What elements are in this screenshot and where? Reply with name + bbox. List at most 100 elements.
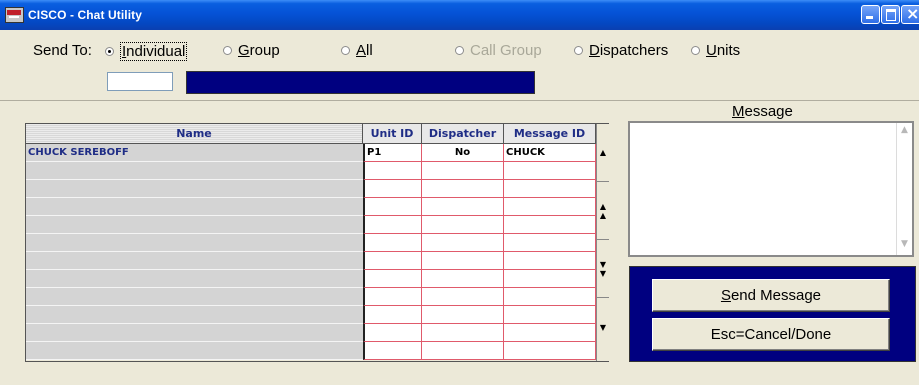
scroll-up-icon[interactable]: ▲ — [899, 125, 910, 139]
cell-message-id[interactable] — [504, 306, 596, 324]
radio-group-label: Group — [238, 42, 280, 59]
table-row[interactable] — [26, 198, 596, 216]
app-icon[interactable] — [5, 7, 24, 23]
table-row[interactable] — [26, 162, 596, 180]
cell-unit-id[interactable] — [363, 162, 422, 180]
cell-message-id[interactable] — [504, 198, 596, 216]
table-row[interactable] — [26, 306, 596, 324]
table-row[interactable] — [26, 270, 596, 288]
cell-message-id[interactable] — [504, 342, 596, 360]
page-up-icon[interactable]: ▲ ▲ — [597, 182, 609, 240]
cell-dispatcher[interactable] — [422, 216, 504, 234]
radio-all[interactable]: All — [341, 42, 373, 59]
cell-dispatcher[interactable] — [422, 306, 504, 324]
table-row[interactable] — [26, 288, 596, 306]
page-down-icon[interactable]: ▼ ▼ — [597, 240, 609, 298]
radio-dispatchers-label: Dispatchers — [589, 42, 669, 59]
cell-message-id[interactable]: CHUCK — [504, 144, 596, 162]
recipient-id-input[interactable] — [107, 72, 173, 91]
cell-message-id[interactable] — [504, 234, 596, 252]
cell-name[interactable] — [26, 162, 363, 180]
radio-dispatchers[interactable]: Dispatchers — [574, 42, 668, 59]
title-bar: CISCO - Chat Utility — [0, 0, 919, 30]
radio-group[interactable]: Group — [223, 42, 280, 59]
cell-unit-id[interactable] — [363, 288, 422, 306]
cell-name[interactable] — [26, 288, 363, 306]
cell-name[interactable] — [26, 270, 363, 288]
cell-dispatcher[interactable] — [422, 324, 504, 342]
cell-dispatcher[interactable] — [422, 198, 504, 216]
radio-icon — [223, 46, 232, 55]
cell-dispatcher[interactable] — [422, 234, 504, 252]
radio-call-group-label: Call Group — [470, 42, 542, 59]
cancel-done-button[interactable]: Esc=Cancel/Done — [652, 318, 890, 351]
cell-message-id[interactable] — [504, 216, 596, 234]
cell-message-id[interactable] — [504, 252, 596, 270]
recipient-name-field[interactable] — [186, 71, 535, 94]
cell-name[interactable]: CHUCK SEREBOFF — [26, 144, 363, 162]
cell-dispatcher[interactable] — [422, 342, 504, 360]
cell-name[interactable] — [26, 324, 363, 342]
cell-unit-id[interactable] — [363, 252, 422, 270]
message-scrollbar[interactable]: ▲ ▼ — [896, 123, 912, 255]
cell-message-id[interactable] — [504, 162, 596, 180]
radio-units[interactable]: Units — [691, 42, 740, 59]
table-row[interactable] — [26, 324, 596, 342]
cell-name[interactable] — [26, 306, 363, 324]
close-button[interactable] — [901, 4, 919, 24]
scroll-down-icon[interactable]: ▼ — [597, 298, 609, 356]
cell-name[interactable] — [26, 252, 363, 270]
radio-call-group: Call Group — [455, 42, 542, 59]
send-message-button[interactable]: Send Message — [652, 279, 890, 312]
cell-message-id[interactable] — [504, 180, 596, 198]
radio-selected-icon — [105, 47, 114, 56]
cell-name[interactable] — [26, 342, 363, 360]
radio-all-label: All — [356, 42, 373, 59]
table-row[interactable] — [26, 180, 596, 198]
cell-name[interactable] — [26, 234, 363, 252]
minimize-button[interactable] — [861, 5, 880, 24]
cell-dispatcher[interactable]: No — [422, 144, 504, 162]
send-to-panel: Send To: Individual Group All Call Group… — [0, 30, 919, 101]
cell-unit-id[interactable] — [363, 234, 422, 252]
cell-message-id[interactable] — [504, 270, 596, 288]
cell-unit-id[interactable] — [363, 180, 422, 198]
maximize-button[interactable] — [881, 5, 900, 24]
cell-unit-id[interactable]: P1 — [363, 144, 422, 162]
cell-name[interactable] — [26, 180, 363, 198]
cell-dispatcher[interactable] — [422, 180, 504, 198]
table-row[interactable]: CHUCK SEREBOFF P1 No CHUCK — [26, 144, 596, 162]
cell-message-id[interactable] — [504, 324, 596, 342]
column-header-message-id[interactable]: Message ID — [504, 124, 596, 144]
table-row[interactable] — [26, 252, 596, 270]
send-to-label: Send To: — [33, 42, 92, 59]
message-textarea[interactable]: ▲ ▼ — [628, 121, 914, 257]
action-panel: Send Message Esc=Cancel/Done — [629, 266, 916, 362]
radio-individual-label: Individual — [120, 42, 188, 61]
grid-scrollbar[interactable]: ▲ ▲ ▲ ▼ ▼ ▼ — [596, 124, 610, 361]
table-row[interactable] — [26, 342, 596, 360]
cell-message-id[interactable] — [504, 288, 596, 306]
cell-unit-id[interactable] — [363, 198, 422, 216]
column-header-unit-id[interactable]: Unit ID — [363, 124, 422, 144]
radio-icon — [341, 46, 350, 55]
cell-dispatcher[interactable] — [422, 252, 504, 270]
cell-name[interactable] — [26, 198, 363, 216]
table-row[interactable] — [26, 234, 596, 252]
cell-unit-id[interactable] — [363, 216, 422, 234]
scroll-down-icon[interactable]: ▼ — [899, 239, 910, 253]
table-row[interactable] — [26, 216, 596, 234]
column-header-dispatcher[interactable]: Dispatcher — [422, 124, 504, 144]
cell-dispatcher[interactable] — [422, 288, 504, 306]
column-header-name[interactable]: Name — [26, 124, 363, 144]
radio-individual[interactable]: Individual — [105, 42, 188, 61]
cell-unit-id[interactable] — [363, 324, 422, 342]
cell-unit-id[interactable] — [363, 342, 422, 360]
cell-unit-id[interactable] — [363, 270, 422, 288]
scroll-up-icon[interactable]: ▲ — [597, 124, 609, 182]
cell-name[interactable] — [26, 216, 363, 234]
cell-dispatcher[interactable] — [422, 162, 504, 180]
cell-dispatcher[interactable] — [422, 270, 504, 288]
cell-unit-id[interactable] — [363, 306, 422, 324]
radio-icon — [691, 46, 700, 55]
